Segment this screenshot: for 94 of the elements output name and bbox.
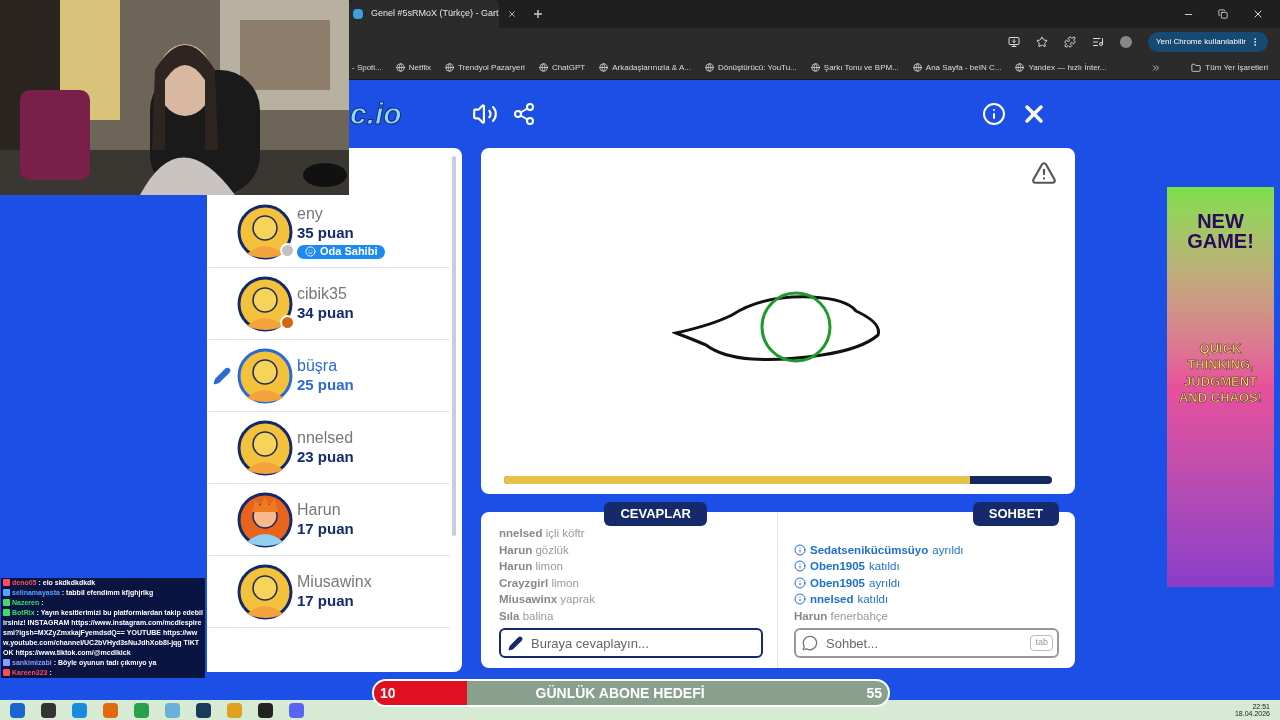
answer-message: Harun limon bbox=[499, 559, 564, 574]
player-row[interactable]: nnelsed 23 puan bbox=[207, 412, 450, 484]
taskbar-app-icon[interactable] bbox=[258, 702, 273, 718]
new-tab-icon[interactable] bbox=[533, 9, 543, 19]
site-icon bbox=[704, 63, 714, 72]
player-score: 35 puan bbox=[297, 224, 355, 243]
goal-target: 55 bbox=[866, 683, 882, 703]
player-name: eny bbox=[297, 204, 324, 225]
avatar-icon bbox=[237, 563, 293, 620]
sound-icon[interactable] bbox=[471, 101, 498, 127]
player-row[interactable]: eny 35 puan Oda Sahibi bbox=[207, 196, 450, 268]
avatar-icon bbox=[237, 491, 293, 548]
close-tab-icon[interactable] bbox=[507, 9, 517, 19]
info-icon bbox=[794, 576, 806, 589]
profile-icon[interactable] bbox=[1120, 36, 1132, 48]
ad-tagline: QUICK THINKING, JUDGMENT AND CHAOS! bbox=[1177, 341, 1264, 406]
chat-icon bbox=[802, 635, 818, 651]
ad-headline: NEW GAME! bbox=[1186, 211, 1255, 251]
player-name: Miusawinx bbox=[297, 572, 372, 593]
player-score: 25 puan bbox=[297, 376, 354, 395]
game-logo[interactable]: c.io bbox=[350, 99, 402, 129]
owner-badge: Oda Sahibi bbox=[297, 245, 386, 259]
avatar-icon bbox=[237, 275, 293, 332]
goal-current: 10 bbox=[380, 683, 396, 703]
player-score: 34 puan bbox=[297, 304, 354, 323]
player-score: 17 puan bbox=[297, 520, 354, 539]
answer-message: nnelsed içli köftr bbox=[499, 526, 586, 541]
avatar-icon bbox=[237, 419, 293, 476]
info-icon bbox=[794, 543, 806, 556]
smile-icon bbox=[305, 246, 316, 258]
answer-message: Crayzgirl limon bbox=[499, 575, 580, 591]
bookmark-item[interactable]: - Spoti... bbox=[352, 61, 382, 74]
site-icon bbox=[912, 63, 922, 72]
site-icon bbox=[353, 9, 363, 19]
answer-message: Harun fenerbahçe bbox=[794, 608, 889, 624]
player-name: Harun bbox=[297, 500, 342, 521]
system-message: Sedatsenikücümsüyo ayrıldı bbox=[794, 541, 1059, 558]
section-tab[interactable]: SOHBET bbox=[972, 502, 1059, 526]
browser-tab[interactable]: Genel #5sRMoX (Türkçe) - Gart bbox=[349, 0, 499, 28]
answer-field[interactable]: Buraya cevaplayın... bbox=[499, 628, 763, 658]
report-icon[interactable] bbox=[1031, 160, 1057, 186]
bookmark-item[interactable]: Yandex — hızlı İnter... bbox=[1015, 61, 1107, 74]
pencil-icon bbox=[508, 636, 523, 651]
key-hint: tab bbox=[1030, 635, 1053, 651]
player-score: 23 puan bbox=[297, 448, 354, 467]
media-icon[interactable] bbox=[1092, 36, 1104, 48]
goal-title: GÜNLÜK ABONE HEDEFİ bbox=[535, 683, 705, 703]
bookmark-item[interactable]: Ana Sayfa - beIN C... bbox=[912, 61, 1002, 74]
player-row[interactable]: büşra 25 puan bbox=[207, 340, 450, 412]
player-row[interactable]: Harun 17 puan bbox=[207, 484, 450, 556]
update-button[interactable]: Yeni Chrome kullanılabilir bbox=[1148, 32, 1268, 52]
section-tab[interactable]: CEVAPLAR bbox=[604, 502, 707, 526]
info-icon bbox=[794, 560, 806, 573]
system-message: Oben1905 katıldı bbox=[794, 558, 1059, 575]
bookmark-item[interactable]: Şarkı Tonu ve BPM... bbox=[810, 61, 899, 74]
ad-banner[interactable]: NEW GAME! QUICK THINKING, JUDGMENT AND CHAOS! bbox=[1167, 187, 1274, 587]
system-message: Oben1905 ayrıldı bbox=[794, 574, 1059, 591]
player-row[interactable]: cibik35 34 puan bbox=[207, 268, 450, 340]
player-name: büşra bbox=[297, 356, 339, 377]
avatar-icon bbox=[237, 347, 293, 404]
bookmark-item[interactable]: Netflix bbox=[395, 61, 432, 74]
site-icon bbox=[538, 63, 548, 72]
site-icon bbox=[599, 63, 609, 72]
bookmark-item[interactable]: Dönüştürücü: YouTu... bbox=[704, 61, 797, 74]
player-row[interactable]: Miusawinx 17 puan bbox=[207, 556, 450, 628]
extensions-icon[interactable] bbox=[1064, 36, 1076, 48]
bookmark-star-icon[interactable] bbox=[1036, 36, 1048, 48]
answer-message: Sıla balina bbox=[499, 608, 555, 624]
system-message: nnelsed katıldı bbox=[794, 591, 1059, 608]
folder-icon bbox=[1191, 62, 1202, 73]
bookmark-item[interactable]: ChatGPT bbox=[538, 61, 586, 74]
info-icon[interactable] bbox=[981, 102, 1006, 126]
site-icon bbox=[1015, 63, 1025, 72]
pencil-icon bbox=[213, 366, 231, 385]
bookmark-item[interactable]: Arkadaşlarınızla & A... bbox=[599, 61, 691, 74]
restore-icon[interactable] bbox=[1218, 9, 1228, 19]
share-icon[interactable] bbox=[511, 102, 536, 126]
answer-message: Harun gözlük bbox=[499, 542, 570, 558]
install-icon[interactable] bbox=[1008, 36, 1020, 48]
avatar-icon bbox=[237, 203, 293, 260]
player-name: cibik35 bbox=[297, 284, 348, 305]
answer-message: Miusawinx yaprak bbox=[499, 592, 596, 607]
info-icon bbox=[794, 593, 806, 606]
site-icon bbox=[810, 63, 820, 72]
site-icon bbox=[395, 63, 405, 72]
bookmark-item[interactable]: Trendyol Pazaryeri bbox=[445, 61, 525, 74]
close-window-icon[interactable] bbox=[1252, 8, 1264, 20]
player-score: 17 puan bbox=[297, 592, 355, 611]
bookmark-folder[interactable]: Tüm Yer İşaretleri bbox=[1191, 61, 1268, 74]
player-name: nnelsed bbox=[297, 428, 354, 449]
more-bookmarks-icon[interactable] bbox=[1151, 62, 1162, 73]
taskbar-app-icon[interactable] bbox=[196, 702, 211, 718]
site-icon bbox=[445, 63, 455, 72]
taskbar-app-icon[interactable] bbox=[41, 702, 56, 718]
